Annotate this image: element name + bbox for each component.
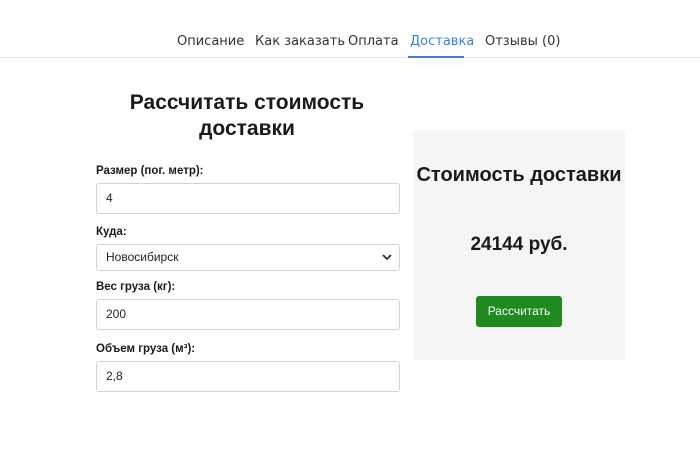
destination-select-value: Новосибирск (106, 250, 179, 264)
calculator-title: Рассчитать стоимость доставки (129, 91, 365, 140)
result-value: 24144 руб. (470, 234, 568, 255)
tab-payment[interactable]: Оплата (348, 34, 399, 49)
active-tab-indicator (408, 56, 464, 58)
tab-bar: Описание Как заказать Оплата Доставка От… (0, 0, 700, 58)
tab-how-to-order[interactable]: Как заказать (255, 34, 345, 49)
volume-input[interactable]: 2,8 (96, 361, 400, 392)
size-input[interactable]: 4 (96, 183, 400, 214)
volume-label: Объем груза (м³): (96, 343, 196, 355)
tab-description[interactable]: Описание (177, 34, 244, 49)
weight-label: Вес груза (кг): (96, 281, 176, 293)
tab-delivery[interactable]: Доставка (410, 34, 474, 49)
tab-reviews[interactable]: Отзывы (0) (485, 34, 560, 49)
destination-label: Куда: (96, 226, 127, 238)
size-label: Размер (пог. метр): (96, 165, 204, 177)
chevron-down-icon (382, 254, 392, 261)
calculate-button[interactable]: Рассчитать (476, 296, 562, 327)
destination-select[interactable]: Новосибирск (96, 244, 400, 271)
weight-input[interactable]: 200 (96, 299, 400, 330)
result-title: Стоимость доставки (416, 164, 622, 186)
